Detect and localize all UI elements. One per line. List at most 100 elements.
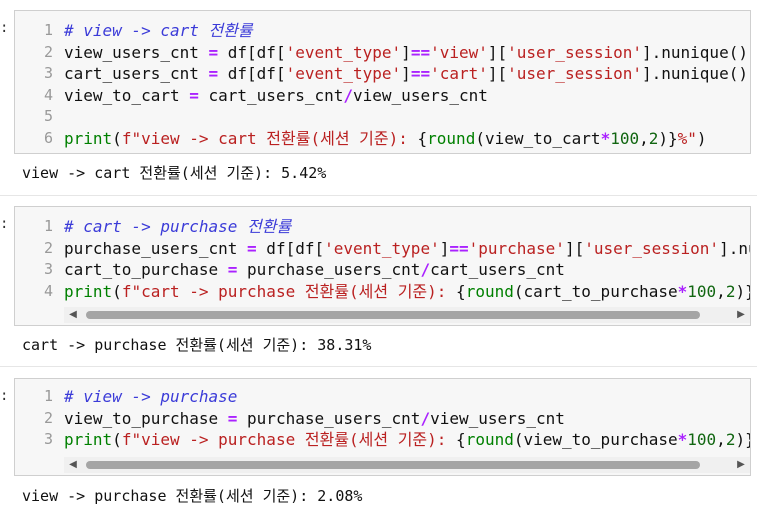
code-token: 'user_session' [507, 64, 642, 84]
code-token: ].nunique() [642, 42, 748, 62]
code-token: / [420, 408, 431, 428]
code-token: f"view -> cart 전환률(세션 기준): [121, 129, 418, 148]
code-token: { [456, 430, 466, 450]
code-line[interactable]: print(f"view -> cart 전환률(세션 기준): {round(… [64, 128, 707, 149]
code-line[interactable]: view_users_cnt = df[df['event_type']=='v… [64, 42, 748, 63]
code-token: 'user_session' [584, 238, 720, 258]
code-token: round [465, 281, 514, 301]
code-token: cart_to_purchase [64, 260, 228, 280]
code-token: print [64, 430, 113, 450]
code-token: = [227, 408, 238, 428]
code-token: ( [112, 281, 122, 301]
code-token: # view -> purchase [64, 387, 238, 406]
code-token: df[df[ [256, 238, 325, 258]
scroll-left-arrow-icon[interactable]: ◀ [66, 308, 80, 322]
code-token: 'event_type' [324, 238, 440, 258]
code-token: purchase_users_cnt [237, 260, 421, 280]
code-token: 100 [687, 281, 717, 301]
line-number-gutter: 1 2 3 4 5 6 [15, 11, 57, 153]
cell-prompt-1: : [0, 20, 9, 36]
code-token: (cart_to_purchase [513, 281, 678, 301]
code-token: cart_users_cnt [64, 64, 209, 84]
code-token: ].nunique() [642, 64, 748, 84]
code-token: %" [677, 129, 697, 148]
code-token: view_to_cart [64, 85, 190, 105]
code-token: = [247, 238, 257, 258]
scrollbar-thumb[interactable] [86, 311, 700, 319]
code-token: ][ [487, 64, 508, 84]
code-line[interactable]: print(f"view -> purchase 전환률(세션 기준): {ro… [64, 429, 750, 450]
code-token: df[df[ [218, 64, 286, 84]
code-token: { [417, 129, 428, 148]
code-token: ( [112, 129, 122, 148]
code-line[interactable]: view_to_purchase = purchase_users_cnt/vi… [64, 408, 565, 429]
code-token: print [64, 129, 113, 148]
line-number: 3 [43, 64, 53, 83]
code-token: = [208, 42, 219, 62]
code-cell-3[interactable]: 1 2 3 # view -> purchase view_to_purchase = … [14, 378, 751, 476]
code-line[interactable]: purchase_users_cnt = df[df['event_type']… [64, 238, 750, 259]
code-token: 'cart' [430, 64, 488, 84]
horizontal-scrollbar[interactable]: ◀ ▶ [64, 457, 750, 473]
line-number: 5 [43, 107, 53, 126]
cell-divider [0, 366, 757, 367]
code-token: # view -> cart 전환률 [64, 21, 253, 40]
cell-output-2: cart -> purchase 전환률(세션 기준): 38.31% [22, 336, 372, 354]
code-token: purchase_users_cnt [237, 408, 421, 428]
code-token: (view_to_cart [475, 129, 601, 148]
scroll-right-arrow-icon[interactable]: ▶ [734, 458, 748, 472]
code-token: ] [401, 42, 411, 62]
code-token: view_users_cnt [353, 85, 488, 105]
code-token: ( [112, 430, 122, 450]
code-token: round [427, 129, 476, 148]
code-token: = [208, 64, 219, 84]
cell-prompt-3: : [0, 388, 9, 404]
code-token: ) [696, 129, 707, 148]
code-line[interactable]: # cart -> purchase 전환률 [64, 216, 291, 237]
code-token: , [716, 430, 726, 450]
code-token: ][ [487, 42, 508, 62]
code-token: * [600, 129, 611, 148]
code-token: cart_users_cnt [430, 260, 565, 280]
code-token: == [410, 42, 431, 62]
code-token: , [639, 129, 649, 148]
horizontal-scrollbar[interactable]: ◀ ▶ [64, 307, 750, 323]
scroll-right-arrow-icon[interactable]: ▶ [734, 308, 748, 322]
scroll-left-arrow-icon[interactable]: ◀ [66, 458, 80, 472]
line-number: 3 [43, 430, 53, 449]
code-token: view_to_purchase [64, 408, 228, 428]
code-token: 100 [687, 430, 717, 450]
code-token: 'view' [430, 42, 488, 62]
code-token: / [420, 260, 431, 280]
code-line[interactable]: cart_to_purchase = purchase_users_cnt/ca… [64, 259, 565, 280]
scrollbar-thumb[interactable] [86, 461, 700, 469]
code-token: * [677, 281, 688, 301]
code-token: ][ [564, 238, 585, 258]
code-token: 'event_type' [285, 42, 402, 62]
code-token: / [343, 85, 354, 105]
line-number: 1 [43, 21, 53, 39]
line-number: 2 [43, 238, 53, 257]
code-line[interactable]: cart_users_cnt = df[df['event_type']=='c… [64, 63, 748, 84]
code-cell-1[interactable]: 1 2 3 4 5 6 # view -> cart 전환률 view_users_cnt =… [14, 10, 751, 154]
code-token: )} [658, 129, 678, 148]
line-number: 1 [43, 387, 53, 405]
code-token: 2 [648, 129, 659, 148]
code-token: 'event_type' [285, 64, 402, 84]
cell-prompt-2: : [0, 216, 9, 232]
code-token: * [677, 430, 688, 450]
code-line[interactable]: # view -> purchase [64, 386, 237, 407]
line-number: 2 [43, 42, 53, 61]
code-line[interactable]: # view -> cart 전환률 [64, 20, 253, 41]
line-number: 2 [43, 408, 53, 427]
line-number: 4 [43, 281, 53, 300]
code-token: == [449, 238, 469, 258]
code-cell-2[interactable]: 1 2 3 4 # cart -> purchase 전환률 purchase_users… [14, 206, 751, 326]
line-number: 3 [43, 260, 53, 279]
code-line[interactable]: view_to_cart = cart_users_cnt/view_users… [64, 85, 488, 106]
code-line[interactable]: print(f"cart -> purchase 전환률(세션 기준): {ro… [64, 281, 750, 302]
code-token: ].nuniqu [719, 238, 750, 258]
code-token: , [716, 281, 726, 301]
code-token: print [64, 281, 113, 301]
code-token: 100 [610, 129, 640, 148]
